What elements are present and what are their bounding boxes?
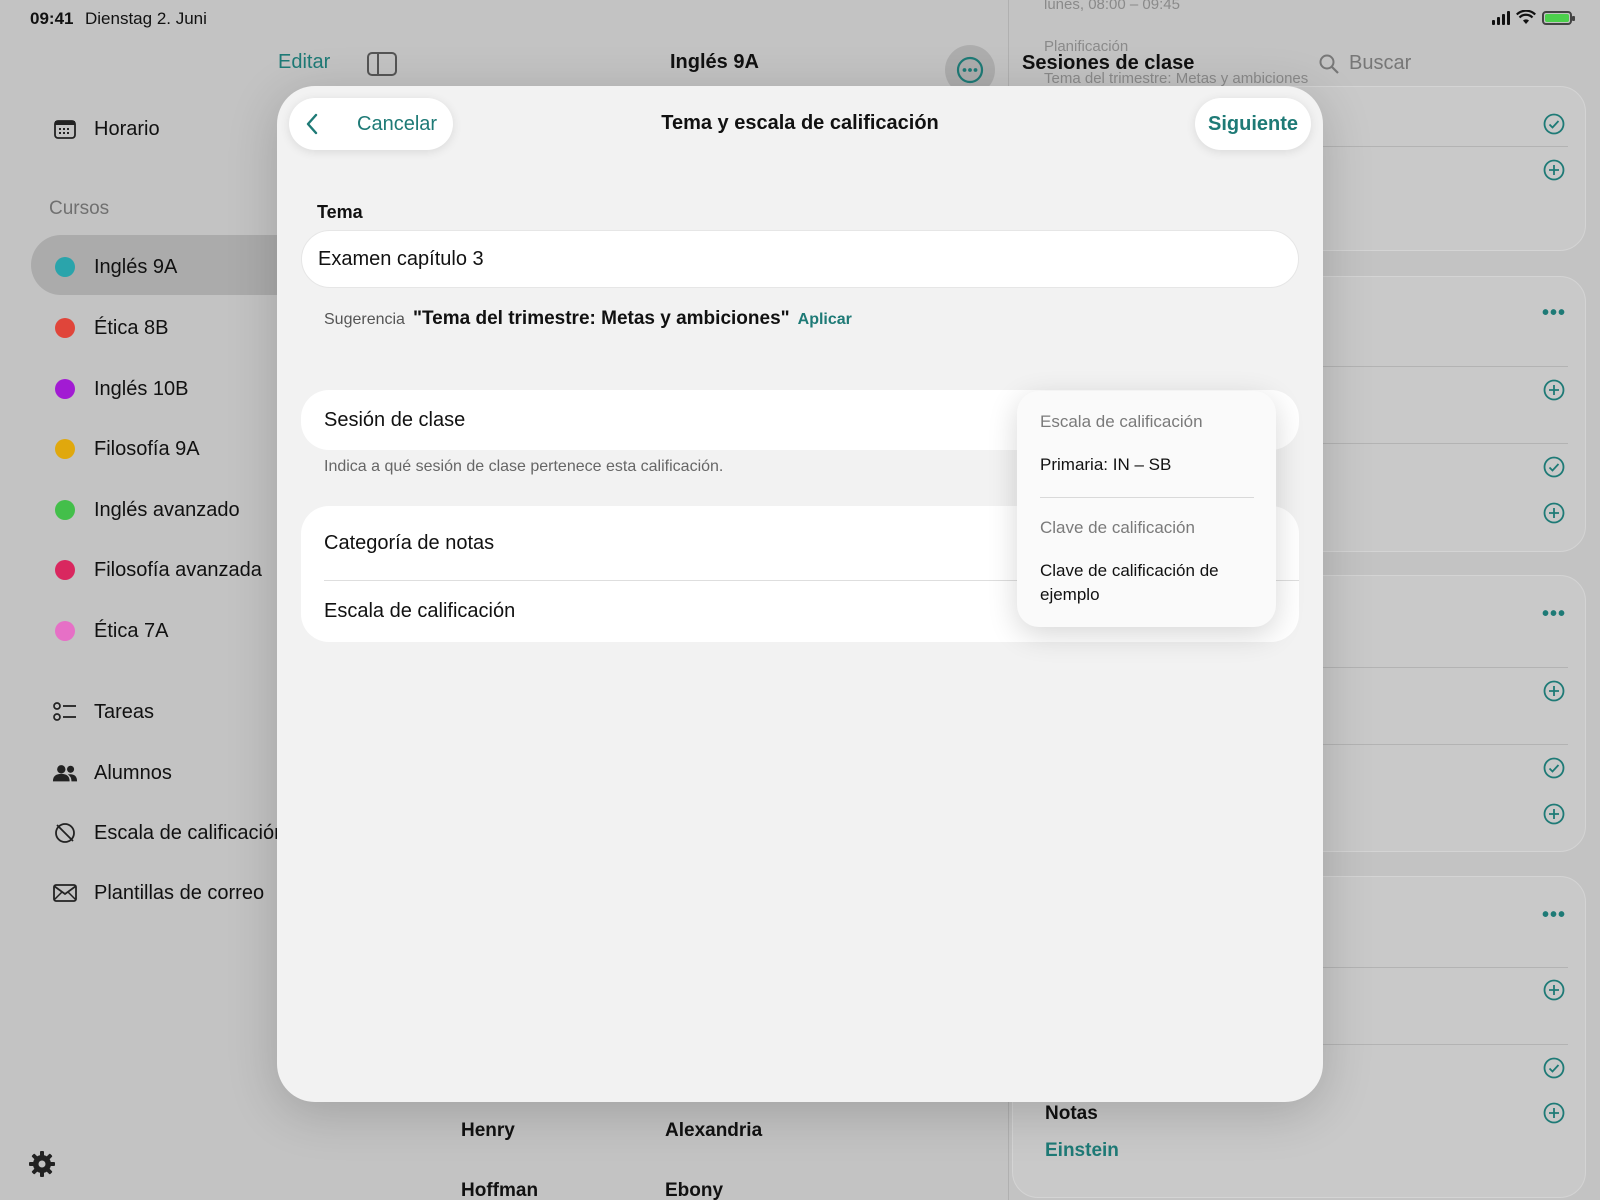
plus-circle-icon[interactable] <box>1543 979 1565 1001</box>
divider <box>1290 366 1568 367</box>
class-sessions-title: Sesiones de clase <box>1022 52 1195 74</box>
sidebar-item-label: Plantillas de correo <box>94 881 265 904</box>
sidebar-course-etica-7a[interactable]: Ética 7A <box>52 618 168 644</box>
checkmark-circle-icon[interactable] <box>1543 456 1565 478</box>
menu-item-scale[interactable]: Primaria: IN – SB <box>1040 453 1240 477</box>
checkmark-circle-icon[interactable] <box>1543 113 1565 135</box>
sidebar-item-label: Tareas <box>94 700 155 723</box>
sidebar-course-etica-8b[interactable]: Ética 8B <box>52 315 168 341</box>
course-title: Inglés 9A <box>670 51 759 73</box>
checklist-icon <box>52 699 78 725</box>
ellipsis-circle-icon <box>956 56 984 84</box>
sidebar: Horario Cursos Inglés 9A Ética 8B Inglés… <box>0 0 291 1200</box>
sheet-title: Tema y escala de calificación <box>661 112 939 134</box>
sidebar-course-filosofia-9a[interactable]: Filosofía 9A <box>52 436 200 462</box>
faded-session-time: lunes, 08:00 – 09:45 <box>1044 0 1180 13</box>
divider <box>1290 1044 1568 1045</box>
topic-input[interactable] <box>301 230 1299 288</box>
sidebar-item-label: Filosofía avanzada <box>94 558 262 581</box>
plus-circle-icon[interactable] <box>1543 502 1565 524</box>
course-color-dot <box>55 560 75 580</box>
menu-scale-header: Escala de calificación <box>1040 412 1203 431</box>
suggestion-text: "Tema del trimestre: Metas y ambiciones" <box>412 308 790 329</box>
sidebar-item-tasks[interactable]: Tareas <box>52 699 154 725</box>
sidebar-item-schedule[interactable]: Horario <box>52 116 160 142</box>
notes-label: Notas <box>1045 1103 1098 1124</box>
row-label: Sesión de clase <box>324 408 466 431</box>
session-hint: Indica a qué sesión de clase pertenece e… <box>324 458 724 475</box>
sidebar-item-label: Inglés 9A <box>94 255 178 278</box>
sidebar-item-label: Ética 7A <box>94 619 169 642</box>
search-placeholder: Buscar <box>1349 52 1412 74</box>
next-button[interactable]: Siguiente <box>1195 98 1311 150</box>
menu-divider <box>1040 497 1254 498</box>
people-icon <box>52 760 78 786</box>
search-field[interactable]: Buscar <box>1319 52 1411 75</box>
gear-icon[interactable] <box>28 1150 56 1178</box>
divider <box>1290 667 1568 668</box>
more-dots-icon[interactable]: ••• <box>1542 603 1566 626</box>
sidebar-item-label: Escala de calificación <box>94 821 286 844</box>
sidebar-item-grading-scale[interactable]: Escala de calificación <box>52 820 285 846</box>
suggestion-label: Sugerencia <box>324 311 405 328</box>
topic-label: Tema <box>317 202 363 222</box>
sidebar-course-filosofia-avanzada[interactable]: Filosofía avanzada <box>52 557 262 583</box>
sidebar-item-label: Filosofía 9A <box>94 437 200 460</box>
menu-key-header: Clave de calificación <box>1040 518 1195 537</box>
checkmark-circle-icon[interactable] <box>1543 757 1565 779</box>
plus-circle-icon[interactable] <box>1543 803 1565 825</box>
grading-scale-menu: Escala de calificación Primaria: IN – SB… <box>1017 391 1276 627</box>
sidebar-item-students[interactable]: Alumnos <box>52 760 172 786</box>
sidebar-item-label: Horario <box>94 117 160 140</box>
more-dots-icon[interactable]: ••• <box>1542 302 1566 325</box>
sidebar-item-label: Inglés 10B <box>94 377 189 400</box>
sidebar-item-email-templates[interactable]: Plantillas de correo <box>52 880 264 906</box>
student-last-name: Hoffman <box>461 1180 539 1200</box>
course-color-dot <box>55 318 75 338</box>
course-color-dot <box>55 621 75 641</box>
courses-section-header: Cursos <box>49 198 110 219</box>
course-color-dot <box>55 257 75 277</box>
plus-circle-icon[interactable] <box>1543 379 1565 401</box>
divider <box>1290 443 1568 444</box>
course-color-dot <box>55 379 75 399</box>
divider <box>1290 967 1568 968</box>
row-label: Escala de calificación <box>324 600 516 622</box>
sidebar-course-ingles-9a[interactable]: Inglés 9A <box>52 254 177 280</box>
checkmark-circle-icon[interactable] <box>1543 1057 1565 1079</box>
course-color-dot <box>55 439 75 459</box>
divider <box>1290 744 1568 745</box>
sidebar-course-ingles-avanzado[interactable]: Inglés avanzado <box>52 497 240 523</box>
student-first-name: Henry <box>461 1120 515 1141</box>
course-color-dot <box>55 500 75 520</box>
plus-circle-icon[interactable] <box>1543 1102 1565 1124</box>
calendar-icon <box>52 116 78 142</box>
student-last-name: Ebony <box>665 1180 724 1200</box>
edit-button[interactable]: Editar <box>278 51 330 74</box>
gauge-slash-icon <box>52 820 78 846</box>
student-first-name: Alexandria <box>665 1120 763 1141</box>
row-label: Categoría de notas <box>324 531 495 554</box>
topic-suggestion: Sugerencia "Tema del trimestre: Metas y … <box>324 308 852 330</box>
divider <box>1290 146 1568 147</box>
plus-circle-icon[interactable] <box>1543 680 1565 702</box>
plus-circle-icon[interactable] <box>1543 159 1565 181</box>
menu-item-key[interactable]: Clave de calificación de ejemplo <box>1040 559 1240 607</box>
sidebar-item-label: Alumnos <box>94 761 172 784</box>
search-icon <box>1319 54 1339 74</box>
sidebar-item-label: Inglés avanzado <box>94 498 240 521</box>
sidebar-toggle-icon[interactable] <box>367 52 397 76</box>
sidebar-course-ingles-10b[interactable]: Inglés 10B <box>52 376 189 402</box>
envelope-icon <box>52 880 78 906</box>
more-dots-icon[interactable]: ••• <box>1542 904 1566 927</box>
sidebar-item-label: Ética 8B <box>94 316 169 339</box>
apply-suggestion-button[interactable]: Aplicar <box>798 311 852 329</box>
notes-value[interactable]: Einstein <box>1045 1140 1119 1162</box>
